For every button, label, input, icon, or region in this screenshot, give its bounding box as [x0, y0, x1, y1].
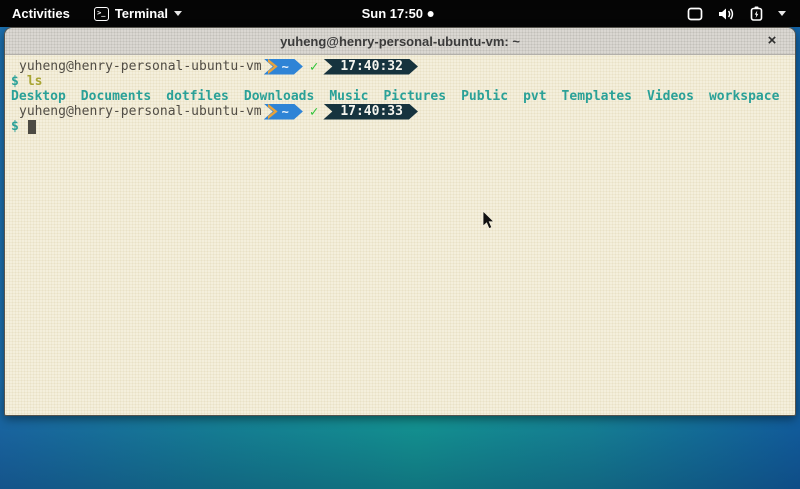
directory-entry: dotfiles: [166, 89, 229, 104]
directory-entry: Pictures: [383, 89, 446, 104]
directory-entry: Videos: [647, 89, 694, 104]
system-tray[interactable]: [673, 0, 800, 27]
directory-entry: Downloads: [244, 89, 314, 104]
check-icon: ✓: [310, 104, 318, 120]
prompt-time-segment: 17:40:32: [323, 59, 418, 75]
prompt-symbol: $: [11, 74, 19, 89]
clock-menu[interactable]: Sun 17:50: [362, 0, 434, 27]
prompt-symbol: $: [11, 119, 19, 134]
command-text: ls: [27, 74, 43, 89]
directory-entry: Music: [329, 89, 368, 104]
notification-dot: [428, 11, 434, 17]
prompt-user-host: yuheng@henry-personal-ubuntu-vm: [11, 59, 262, 74]
close-button[interactable]: ×: [763, 32, 781, 50]
prompt-line: yuheng@henry-personal-ubuntu-vm ~ ✓ 17:4…: [11, 59, 791, 74]
clock-label: Sun 17:50: [362, 6, 423, 21]
terminal-cursor: [28, 120, 36, 134]
chevron-down-icon: [174, 11, 182, 16]
window-titlebar[interactable]: yuheng@henry-personal-ubuntu-vm: ~ ×: [5, 28, 795, 55]
directory-entry: Desktop: [11, 89, 66, 104]
screen-icon: [687, 7, 703, 21]
directory-entry: workspace: [709, 89, 779, 104]
directory-entry: Documents: [81, 89, 151, 104]
chevron-down-icon: [778, 11, 786, 16]
top-bar: Activities >_ Terminal Sun 17:50: [0, 0, 800, 27]
directory-entry: Public: [461, 89, 508, 104]
command-line: $ ls: [11, 74, 791, 89]
prompt-line: yuheng@henry-personal-ubuntu-vm ~ ✓ 17:4…: [11, 104, 791, 119]
volume-icon: [718, 7, 735, 21]
terminal-window: yuheng@henry-personal-ubuntu-vm: ~ × yuh…: [4, 27, 796, 416]
terminal-icon: >_: [94, 7, 109, 21]
activities-button[interactable]: Activities: [0, 0, 82, 27]
directory-entry: Templates: [562, 89, 632, 104]
ls-output-line: Desktop Documents dotfiles Downloads Mus…: [11, 89, 791, 104]
mouse-cursor-icon: [481, 210, 495, 231]
desktop: { "topbar": { "activities_label": "Activ…: [0, 0, 800, 489]
window-title: yuheng@henry-personal-ubuntu-vm: ~: [280, 34, 520, 49]
app-menu-terminal[interactable]: >_ Terminal: [86, 0, 190, 27]
app-menu-label: Terminal: [115, 6, 168, 21]
battery-charging-icon: [750, 6, 763, 21]
prompt-time-segment: 17:40:33: [323, 104, 418, 120]
check-icon: ✓: [310, 59, 318, 75]
terminal-content[interactable]: yuheng@henry-personal-ubuntu-vm ~ ✓ 17:4…: [5, 55, 795, 415]
prompt-user-host: yuheng@henry-personal-ubuntu-vm: [11, 104, 262, 119]
input-line: $: [11, 119, 791, 134]
directory-entry: pvt: [523, 89, 546, 104]
